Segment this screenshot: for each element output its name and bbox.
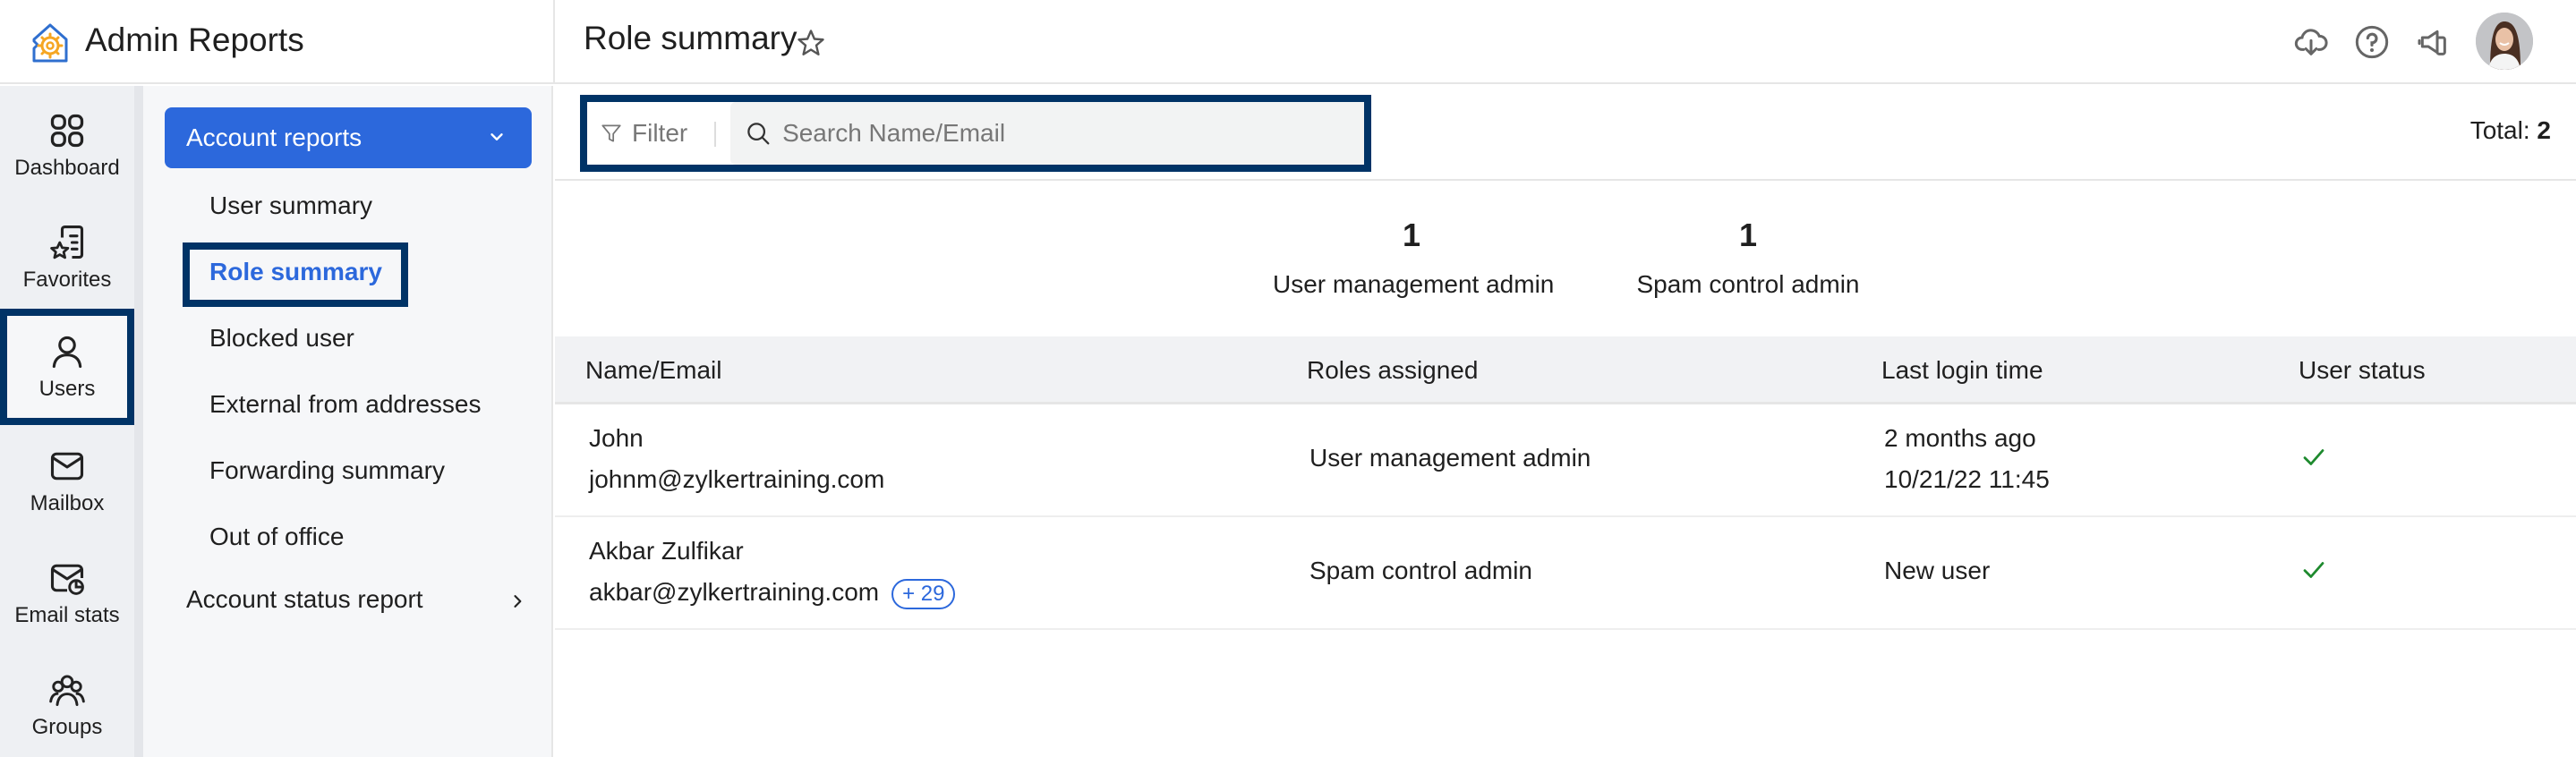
- column-header-last-login[interactable]: Last login time: [1881, 356, 2043, 385]
- group2-label: Account status report: [186, 585, 423, 613]
- mail-stats-icon: [50, 564, 84, 595]
- user-icon: [52, 336, 82, 369]
- avatar-image: [2476, 13, 2533, 70]
- role-cell: User management admin: [1309, 444, 1591, 472]
- column-header-roles[interactable]: Roles assigned: [1307, 356, 1478, 385]
- role-cell: Spam control admin: [1309, 557, 1533, 584]
- favorites-list-icon: [50, 225, 84, 259]
- subnav-item-user-summary[interactable]: User summary: [209, 191, 372, 220]
- total-value: 2: [2537, 116, 2551, 144]
- account-status-report-group[interactable]: Account status report: [186, 585, 526, 614]
- subnav-item-forwarding-summary[interactable]: Forwarding summary: [209, 456, 445, 485]
- user-name: Akbar Zulfikar: [589, 537, 744, 565]
- role-stats: 1 User management admin 1 Spam control a…: [555, 183, 2576, 336]
- stat-label: Spam control admin: [1636, 270, 1860, 298]
- name-email-cell: John johnm@zylkertraining.com: [589, 424, 884, 494]
- subnav-item-external-from-addresses[interactable]: External from addresses: [209, 390, 481, 419]
- rail-item-mailbox[interactable]: Mailbox: [0, 425, 134, 537]
- rail-item-label: Users: [38, 377, 96, 401]
- rail-item-groups[interactable]: Groups: [0, 649, 134, 757]
- grid-icon: [50, 114, 84, 147]
- subnav-item-role-summary[interactable]: Role summary: [209, 258, 382, 286]
- stat-user-management-admin: 1 User management admin: [1273, 217, 1555, 299]
- star-icon[interactable]: [795, 27, 827, 59]
- rail-item-dashboard[interactable]: Dashboard: [0, 89, 134, 201]
- filter-button[interactable]: Filter: [587, 102, 730, 165]
- group-label: Account reports: [186, 123, 363, 151]
- rail-item-label: Mailbox: [30, 490, 105, 515]
- rail-item-label: Groups: [31, 714, 103, 739]
- admin-reports-logo-icon: [32, 23, 68, 63]
- search-field[interactable]: [730, 102, 1364, 165]
- rail-item-favorites[interactable]: Favorites: [0, 201, 134, 313]
- table-header: Name/Email Roles assigned Last login tim…: [555, 336, 2576, 404]
- search-icon: [747, 123, 770, 145]
- total-label: Total:: [2469, 116, 2530, 144]
- main-content: Filter Total: 2 1 User management admin …: [555, 86, 2576, 757]
- page-title: Role summary: [584, 20, 798, 56]
- chevron-down-icon: [490, 133, 503, 140]
- user-avatar[interactable]: [2476, 13, 2533, 70]
- search-input[interactable]: [782, 119, 1364, 148]
- stat-count: 1: [1402, 217, 1421, 253]
- chevron-right-icon: [514, 595, 522, 608]
- rail-item-label: Email stats: [14, 602, 120, 627]
- mail-icon: [50, 452, 84, 480]
- total-count: Total: 2: [2470, 116, 2551, 145]
- nav-rail: Dashboard Favorites Users Mailbox Email …: [0, 86, 134, 757]
- megaphone-icon[interactable]: [2415, 24, 2451, 60]
- user-email: johnm@zylkertraining.com: [589, 465, 885, 493]
- subnav-item-out-of-office[interactable]: Out of office: [209, 523, 344, 551]
- rail-item-label: Dashboard: [14, 155, 120, 180]
- column-header-name-email[interactable]: Name/Email: [585, 356, 721, 385]
- user-name: John: [589, 424, 644, 452]
- stat-count: 1: [1738, 217, 1758, 253]
- app-title: Admin Reports: [85, 21, 304, 58]
- account-reports-group[interactable]: Account reports: [165, 107, 532, 168]
- filter-search-bar: Filter: [580, 95, 1371, 172]
- stat-spam-control-admin: 1 Spam control admin: [1609, 217, 1887, 299]
- cloud-download-icon[interactable]: [2293, 24, 2329, 60]
- last-login-time: 10/21/22 11:45: [1884, 465, 2050, 493]
- stat-label: User management admin: [1273, 270, 1555, 298]
- check-icon: [2303, 562, 2324, 578]
- rail-item-label: Favorites: [22, 267, 112, 292]
- user-email-line: akbar@zylkertraining.com + 29: [589, 578, 956, 609]
- last-login-relative: 2 months ago: [1884, 424, 2036, 452]
- filter-label: Filter: [632, 119, 688, 147]
- group-icon: [49, 674, 85, 706]
- help-icon[interactable]: [2354, 24, 2390, 60]
- rail-divider: [134, 86, 143, 757]
- user-email: akbar@zylkertraining.com: [589, 578, 880, 606]
- name-email-cell: Akbar Zulfikar akbar@zylkertraining.com +…: [589, 537, 956, 609]
- table-row[interactable]: John johnm@zylkertraining.com User manag…: [555, 404, 2576, 517]
- last-login-relative: New user: [1884, 557, 1991, 584]
- report-subnav: Account reports User summary Role summar…: [143, 86, 553, 757]
- check-icon: [2303, 449, 2324, 465]
- subnav-item-blocked-user[interactable]: Blocked user: [209, 324, 354, 353]
- rail-item-users[interactable]: Users: [0, 309, 134, 425]
- last-login-cell: 2 months ago 10/21/22 11:45: [1884, 424, 2050, 494]
- column-header-user-status[interactable]: User status: [2299, 356, 2426, 385]
- last-login-cell: New user: [1884, 557, 1990, 585]
- table-row[interactable]: Akbar Zulfikar akbar@zylkertraining.com +…: [555, 517, 2576, 630]
- brand: Admin Reports: [0, 0, 555, 84]
- toolbar: Filter Total: 2: [555, 86, 2576, 181]
- extra-roles-badge[interactable]: + 29: [891, 578, 956, 609]
- rail-item-email-stats[interactable]: Email stats: [0, 537, 134, 649]
- role-table: Name/Email Roles assigned Last login tim…: [555, 336, 2576, 630]
- filter-icon: [601, 124, 621, 142]
- top-header: Admin Reports Role summary: [0, 0, 2576, 84]
